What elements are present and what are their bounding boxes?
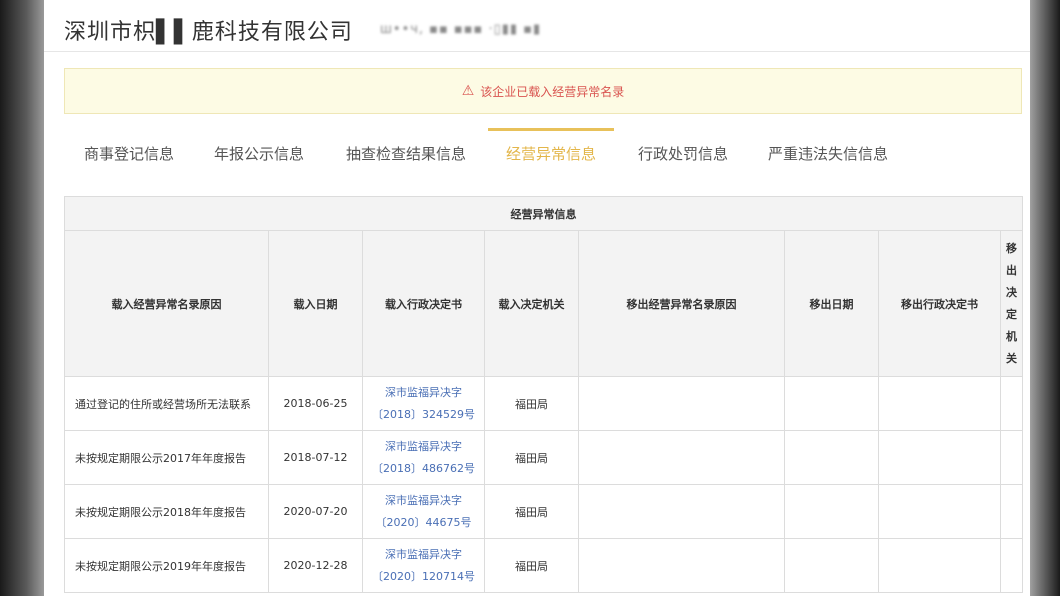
table-caption: 经营异常信息 [64,196,1023,231]
table-row: 通过登记的住所或经营场所无法联系 2018-06-25 深市监福异决字 〔2018… [64,376,1023,431]
remove-date-cell [784,538,879,593]
column-header: 载入决定机关 [484,230,579,377]
info-tabs: 商事登记信息 年报公示信息 抽查检查结果信息 经营异常信息 行政处罚信息 严重违… [64,128,1022,180]
load-decision-link[interactable]: 深市监福异决字 〔2018〕486762号 [362,430,485,485]
load-authority-cell: 福田局 [484,538,579,593]
table-row: 未按规定期限公示2017年年度报告 2018-07-12 深市监福异决字 〔201… [64,430,1023,485]
company-name: 深圳市枳▌▌鹿科技有限公司 [64,20,353,45]
table-caption-row: 经营异常信息 [64,196,1023,231]
load-reason-cell: 通过登记的住所或经营场所无法联系 [64,376,269,431]
tab-administrative-penalty[interactable]: 行政处罚信息 [638,128,728,180]
column-header: 移出经营异常名录原因 [578,230,785,377]
warning-icon: ⚠ [461,83,475,99]
column-header-vertical: 移出决定机关 [1000,230,1023,377]
alert-text: 该企业已载入经营异常名录 [480,84,625,99]
load-decision-link[interactable]: 深市监福异决字 〔2018〕324529号 [362,376,485,431]
load-reason-cell: 未按规定期限公示2017年年度报告 [64,430,269,485]
column-header: 载入日期 [268,230,363,377]
remove-authority-cell [1000,376,1023,431]
remove-date-cell [784,376,879,431]
abnormal-alert-banner: ⚠ 该企业已载入经营异常名录 [64,68,1022,114]
remove-authority-cell [1000,484,1023,539]
tab-annual-report[interactable]: 年报公示信息 [214,128,304,180]
tab-abnormal-operations[interactable]: 经营异常信息 [488,128,615,180]
load-decision-link[interactable]: 深市监福异决字 〔2020〕44675号 [362,484,485,539]
column-header: 移出行政决定书 [878,230,1001,377]
remove-reason-cell [578,376,785,431]
remove-decision-cell [878,484,1001,539]
remove-date-cell [784,430,879,485]
right-background-edge [1030,0,1060,596]
table-header-row: 载入经营异常名录原因 载入日期 载入行政决定书 载入决定机关 移出经营异常名录原… [64,230,1023,377]
load-authority-cell: 福田局 [484,376,579,431]
load-date-cell: 2018-06-25 [268,376,363,431]
abnormal-info-table: 经营异常信息 载入经营异常名录原因 载入日期 载入行政决定书 载入决定机关 移出… [64,196,1023,593]
column-header: 移出日期 [784,230,879,377]
tab-business-registration[interactable]: 商事登记信息 [84,128,174,180]
remove-reason-cell [578,430,785,485]
remove-date-cell [784,484,879,539]
tab-inspection-results[interactable]: 抽查检查结果信息 [346,128,466,180]
remove-reason-cell [578,484,785,539]
load-authority-cell: 福田局 [484,484,579,539]
table-row: 未按规定期限公示2018年年度报告 2020-07-20 深市监福异决字 〔202… [64,484,1023,539]
abnormal-info-table-container: 经营异常信息 载入经营异常名录原因 载入日期 载入行政决定书 载入决定机关 移出… [64,196,1023,596]
company-credit-code: ш••ч, ▪▪ ▪▪▪ ·▯▮▮ ▪▮ [380,22,542,37]
left-background-edge [0,0,44,596]
column-header: 载入行政决定书 [362,230,485,377]
load-date-cell: 2018-07-12 [268,430,363,485]
remove-decision-cell [878,376,1001,431]
remove-decision-cell [878,430,1001,485]
remove-decision-cell [878,538,1001,593]
remove-authority-cell [1000,430,1023,485]
load-decision-link[interactable]: 深市监福异决字 〔2020〕120714号 [362,538,485,593]
company-header: 深圳市枳▌▌鹿科技有限公司 ш••ч, ▪▪ ▪▪▪ ·▯▮▮ ▪▮ [44,0,1030,52]
load-reason-cell: 未按规定期限公示2019年年度报告 [64,538,269,593]
remove-reason-cell [578,538,785,593]
tab-serious-violations[interactable]: 严重违法失信信息 [768,128,888,180]
company-info-page: 深圳市枳▌▌鹿科技有限公司 ш••ч, ▪▪ ▪▪▪ ·▯▮▮ ▪▮ ⚠ 该企业… [44,0,1030,596]
load-date-cell: 2020-07-20 [268,484,363,539]
column-header: 载入经营异常名录原因 [64,230,269,377]
load-reason-cell: 未按规定期限公示2018年年度报告 [64,484,269,539]
load-date-cell: 2020-12-28 [268,538,363,593]
remove-authority-cell [1000,538,1023,593]
table-row: 未按规定期限公示2019年年度报告 2020-12-28 深市监福异决字 〔202… [64,538,1023,593]
load-authority-cell: 福田局 [484,430,579,485]
